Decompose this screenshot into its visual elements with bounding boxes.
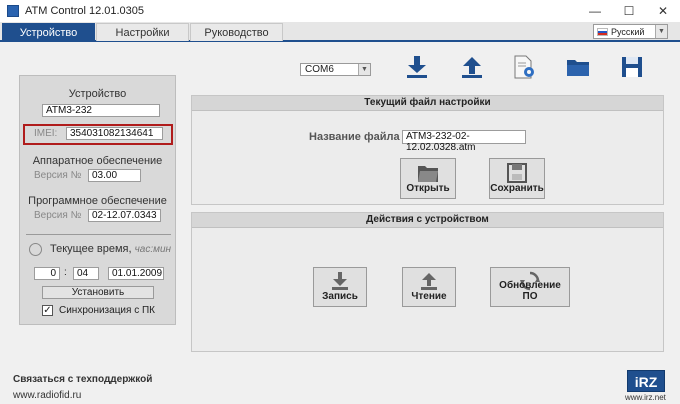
minute-field[interactable]: 04 bbox=[73, 267, 99, 280]
device-actions-section: Действия с устройством Запись Чтение Обн… bbox=[191, 212, 664, 352]
language-select[interactable]: Русский ▼ bbox=[593, 24, 668, 39]
actions-section-title: Действия с устройством bbox=[192, 213, 663, 228]
date-field[interactable]: 01.01.2009 bbox=[108, 267, 164, 280]
firmware-update-label: Обновление ПО bbox=[499, 280, 561, 302]
hour-field[interactable]: 0 bbox=[34, 267, 60, 280]
close-button[interactable]: ✕ bbox=[646, 0, 680, 22]
com-port-value: COM6 bbox=[305, 64, 334, 75]
russia-flag-icon bbox=[597, 27, 608, 36]
tab-manual[interactable]: Руководство bbox=[190, 23, 283, 41]
website-link[interactable]: www.radiofid.ru bbox=[13, 390, 81, 401]
tab-settings[interactable]: Настройки bbox=[96, 23, 189, 41]
sync-checkbox[interactable]: ✓ bbox=[42, 305, 53, 316]
software-title: Программное обеспечение bbox=[28, 195, 167, 207]
filename-field: ATM3-232-02-12.02.0328.atm bbox=[402, 130, 526, 153]
divider bbox=[26, 234, 171, 235]
app-icon bbox=[7, 5, 19, 17]
device-title: Устройство bbox=[68, 88, 127, 100]
save-config-button[interactable]: Сохранить bbox=[489, 158, 545, 199]
maximize-button[interactable]: ☐ bbox=[612, 0, 646, 22]
write-arrow-icon bbox=[332, 272, 348, 290]
folder-icon[interactable] bbox=[565, 54, 591, 80]
logo-url: www.irz.net bbox=[625, 393, 666, 402]
config-file-section: Текущий файл настройки Название файла AT… bbox=[191, 95, 664, 205]
read-arrow-icon bbox=[421, 273, 437, 290]
hardware-version-field: 03.00 bbox=[88, 169, 141, 182]
config-section-title: Текущий файл настройки bbox=[192, 96, 663, 111]
imei-field: 354031082134641 bbox=[66, 127, 163, 140]
write-button-label: Запись bbox=[322, 291, 358, 302]
chevron-down-icon: ▼ bbox=[655, 25, 667, 38]
window-title: ATM Control 12.01.0305 bbox=[25, 5, 145, 17]
time-hint: час:мин bbox=[134, 244, 172, 255]
open-folder-icon bbox=[418, 166, 438, 182]
upload-icon[interactable] bbox=[459, 54, 485, 80]
open-button[interactable]: Открыть bbox=[400, 158, 456, 199]
save-icon[interactable] bbox=[619, 54, 645, 80]
clock-icon bbox=[29, 243, 42, 256]
download-icon[interactable] bbox=[404, 54, 430, 80]
device-model-field: ATM3-232 bbox=[42, 104, 160, 117]
set-time-button[interactable]: Установить bbox=[42, 286, 154, 299]
firmware-update-button[interactable]: Обновление ПО bbox=[490, 267, 570, 307]
time-separator: : bbox=[64, 267, 67, 278]
write-button[interactable]: Запись bbox=[313, 267, 367, 307]
software-version-field: 02-12.07.0343 bbox=[88, 209, 161, 222]
tab-bar: Устройство Настройки Руководство Русский… bbox=[0, 22, 680, 42]
open-button-label: Открыть bbox=[406, 183, 450, 194]
imei-label: IMEI: bbox=[34, 128, 58, 139]
software-version-label: Версия № bbox=[34, 210, 82, 221]
tab-device[interactable]: Устройство bbox=[2, 23, 95, 41]
settings-doc-icon[interactable] bbox=[511, 54, 537, 80]
device-panel: Устройство ATM3-232 IMEI: 35403108213464… bbox=[19, 75, 176, 325]
save-config-button-label: Сохранить bbox=[490, 183, 544, 194]
time-title: Текущее время, bbox=[50, 243, 132, 255]
language-value: Русский bbox=[611, 26, 645, 37]
chevron-down-icon: ▼ bbox=[358, 64, 370, 75]
minimize-button[interactable]: — bbox=[578, 0, 612, 22]
filename-label: Название файла bbox=[309, 131, 400, 143]
hardware-title: Аппаратное обеспечение bbox=[32, 155, 163, 167]
read-button[interactable]: Чтение bbox=[402, 267, 456, 307]
hardware-version-label: Версия № bbox=[34, 170, 82, 181]
sync-label: Синхронизация с ПК bbox=[59, 305, 156, 316]
support-link[interactable]: Связаться с техподдержкой bbox=[13, 374, 152, 385]
irz-logo: iRZ bbox=[627, 370, 665, 392]
title-bar: ATM Control 12.01.0305 — ☐ ✕ bbox=[0, 0, 680, 22]
window-controls: — ☐ ✕ bbox=[578, 0, 680, 22]
read-button-label: Чтение bbox=[411, 291, 447, 302]
floppy-icon bbox=[507, 163, 527, 183]
time-label: Текущее время, час:мин bbox=[50, 243, 171, 255]
com-port-select[interactable]: COM6 ▼ bbox=[300, 63, 371, 76]
